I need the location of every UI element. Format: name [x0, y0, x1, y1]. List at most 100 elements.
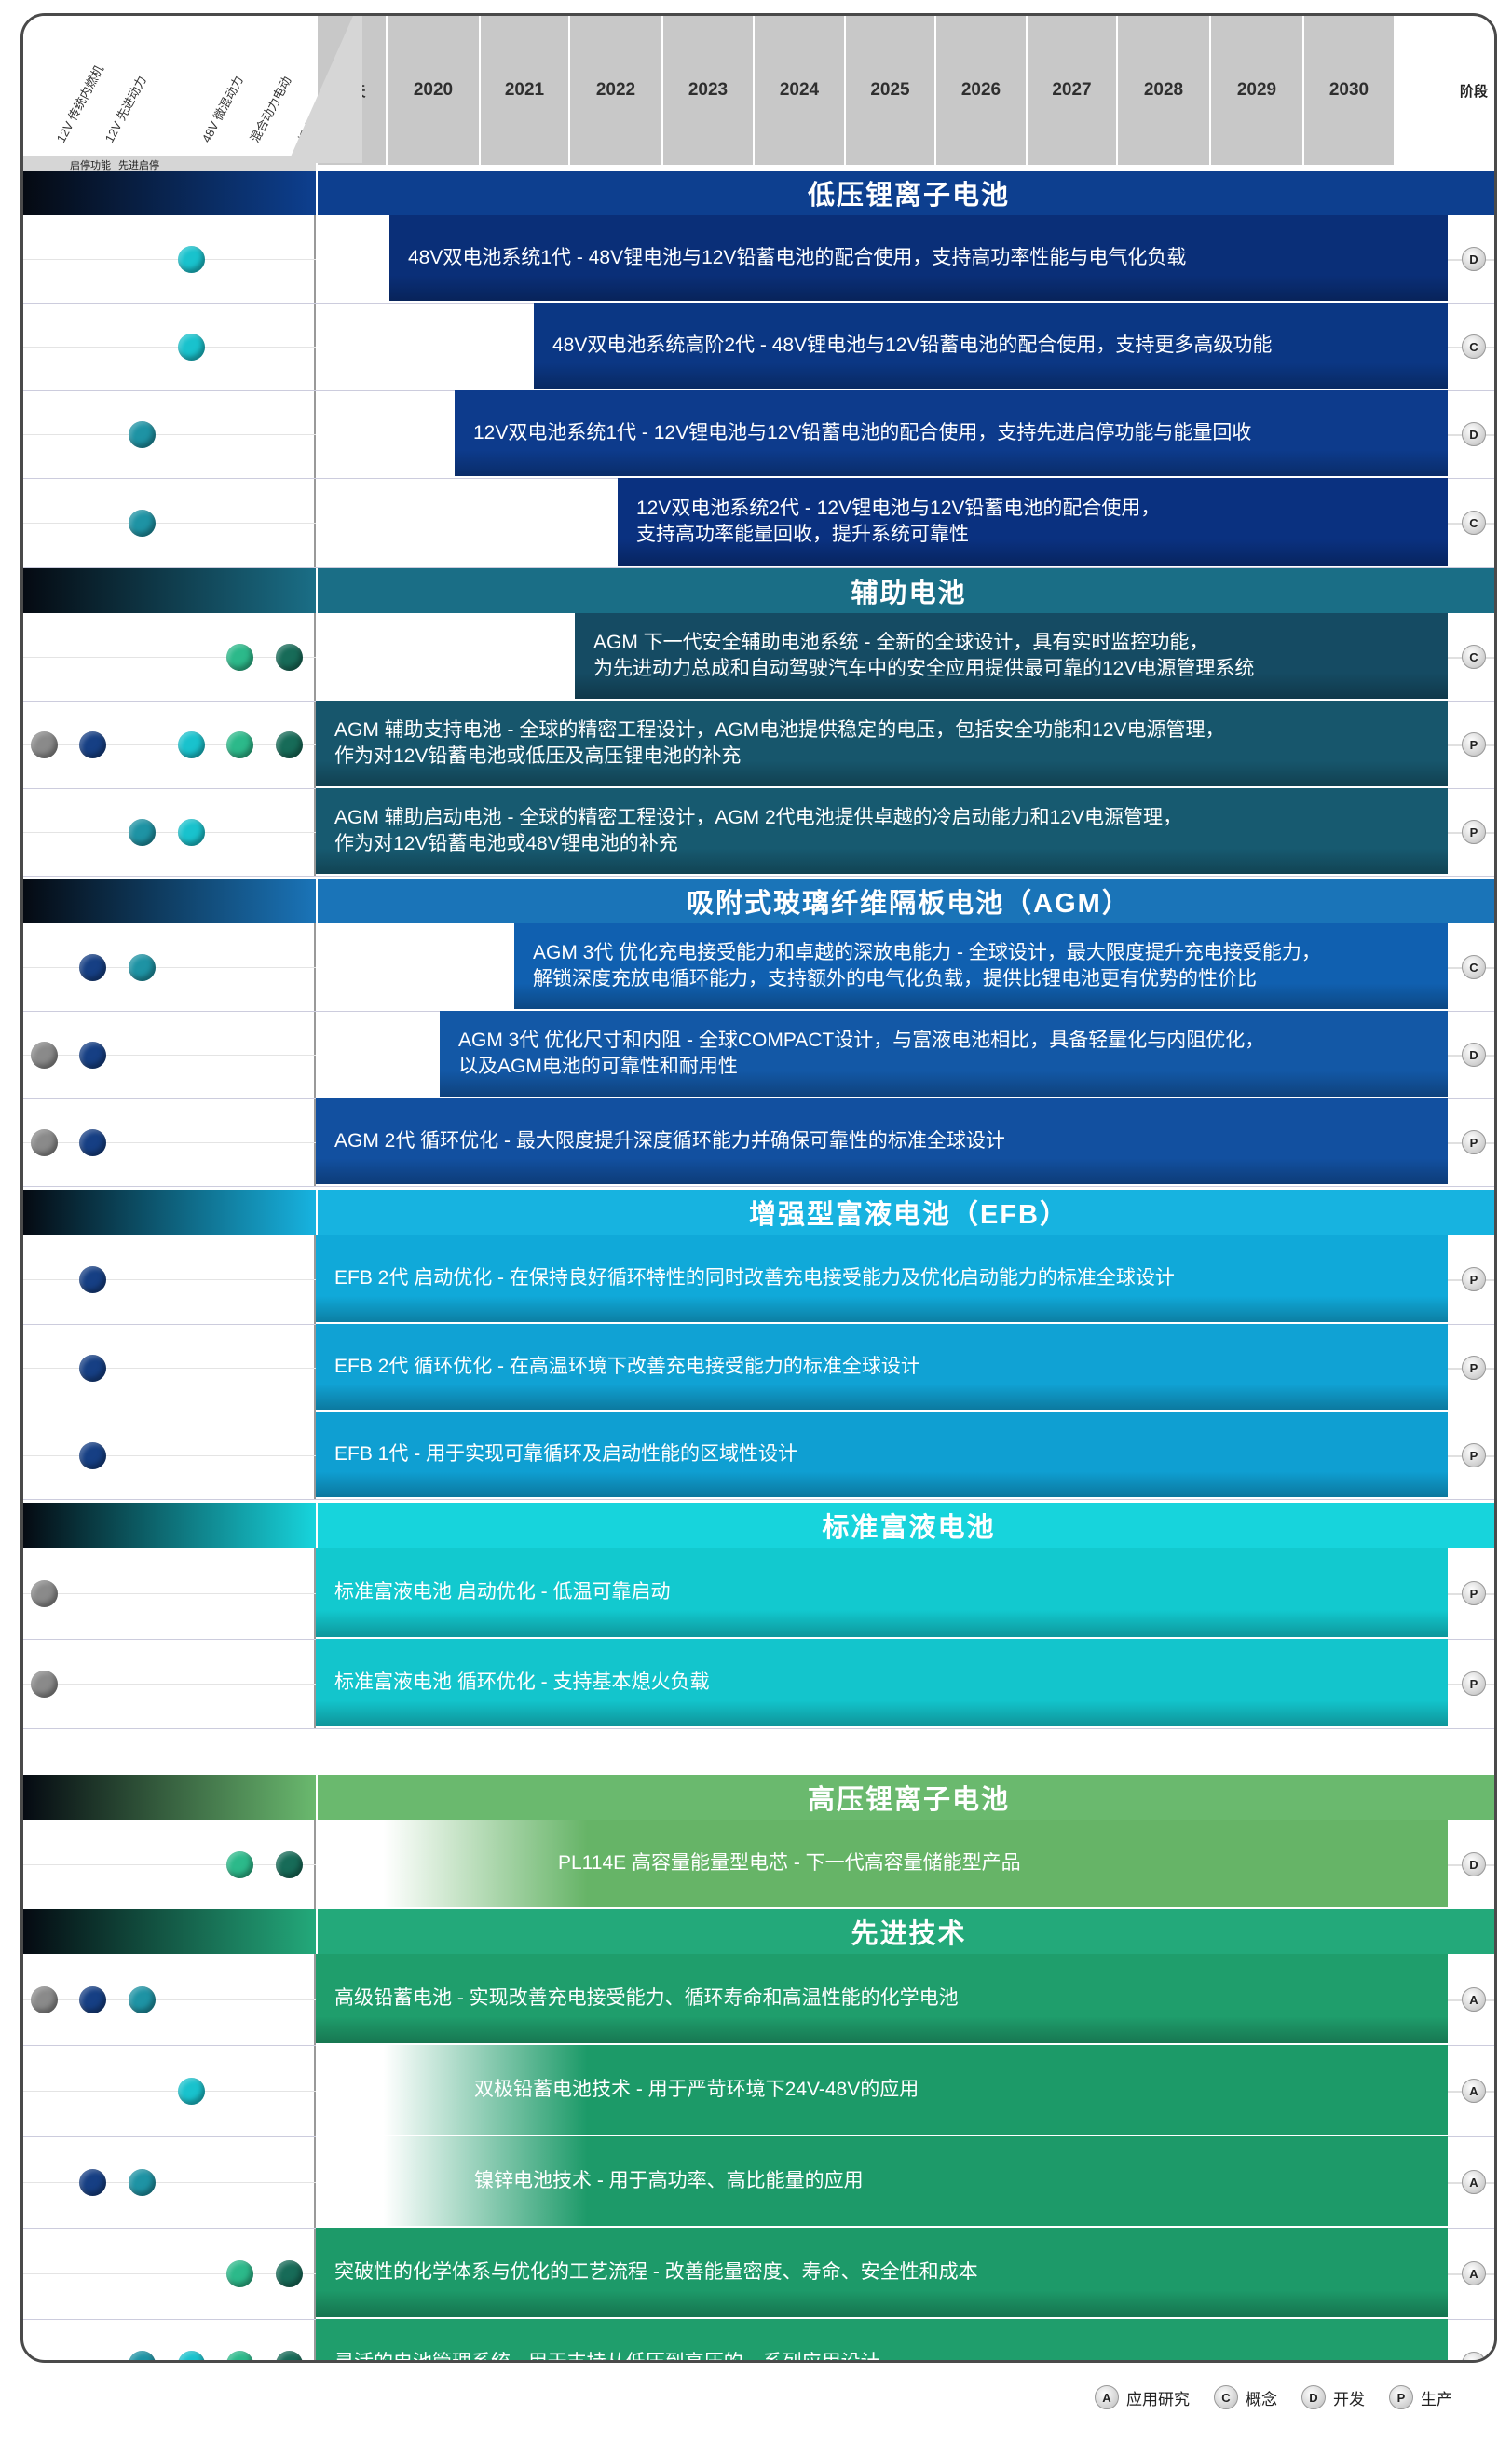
legend-label: 应用研究 [1126, 2390, 1190, 2408]
section-title: 先进技术 [316, 1909, 1494, 1954]
row-divider [23, 876, 1494, 877]
sub-label-bar [23, 156, 316, 171]
stage-p-icon: P [1462, 1130, 1486, 1154]
section-header: 增强型富液电池（EFB） [23, 1190, 1494, 1235]
application-header: 12V 传统内燃机 12V 先进动力 48V 微混动力 混合动力电动 插电式纯电… [23, 16, 343, 163]
stage-d-icon: D [1301, 2385, 1326, 2409]
roadmap-bar: EFB 1代 - 用于实现可靠循环及启动性能的区域性设计 [316, 1412, 1448, 1499]
bar-label: AGM 2代 循环优化 - 最大限度提升深度循环能力并确保可靠性的标准全球设计 [334, 1130, 1005, 1152]
bar-text: AGM 3代 优化尺寸和内阻 - 全球COMPACT设计，与富液电池相比，具备轻… [458, 1028, 1264, 1080]
bar-label: 突破性的化学体系与优化的工艺流程 - 改善能量密度、寿命、安全性和成本 [334, 2261, 978, 2283]
roadmap-bar: 镍锌电池技术 - 用于高功率、高比能量的应用 [316, 2136, 1448, 2228]
bar-label: 镍锌电池技术 - 用于高功率、高比能量的应用 [474, 2170, 864, 2191]
application-dot-mint [226, 644, 253, 671]
row-guide [23, 967, 316, 968]
stage-a-icon: A [1095, 2385, 1119, 2409]
application-dot-navy [79, 1986, 106, 2013]
stage-p-icon: P [1462, 1443, 1486, 1467]
roadmap-bar: 12V双电池系统2代 - 12V锂电池与12V铅蓄电池的配合使用， 支持高功率能量… [618, 478, 1448, 567]
bar-text: 12V双电池系统2代 - 12V锂电池与12V铅蓄电池的配合使用， 支持高功率能量… [636, 496, 1160, 548]
application-dot-teal [129, 2169, 156, 2196]
section-header-gradient [23, 1190, 316, 1235]
bar-label: 高级铅蓄电池 - 实现改善充电接受能力、循环寿命和高温性能的化学电池 [334, 1987, 959, 2009]
bar-label: EFB 2代 循环优化 - 在高温环境下改善充电接受能力的标准全球设计 [334, 1356, 920, 1377]
section-title: 高压锂离子电池 [316, 1775, 1494, 1820]
bar-text: AGM 下一代安全辅助电池系统 - 全新的全球设计，具有实时监控功能， 为先进动力… [593, 630, 1254, 682]
stage-c-icon: C [1462, 511, 1486, 535]
row-guide [23, 832, 316, 833]
roadmap-bar: AGM 下一代安全辅助电池系统 - 全新的全球设计，具有实时监控功能， 为先进动力… [575, 613, 1448, 701]
row-guide [23, 2091, 316, 2092]
application-dot-mint [226, 1851, 253, 1878]
bar-label: AGM 下一代安全辅助电池系统 - 全新的全球设计，具有实时监控功能， [593, 632, 1209, 653]
bar-label: AGM 辅助启动电池 - 全球的精密工程设计，AGM 2代电池提供卓越的冷启动能… [334, 807, 1183, 828]
row-guide [23, 1864, 316, 1865]
application-dot-cyan [178, 334, 205, 361]
stage-a-icon: A [1462, 2170, 1486, 2194]
section-title: 吸附式玻璃纤维隔板电池（AGM） [316, 879, 1494, 923]
bar-text: 灵活的电池管理系统 - 用于支持从低压到高压的一系列应用设计 [334, 2350, 880, 2363]
application-dot-teal [129, 1986, 156, 2013]
application-dot-dgreen [276, 644, 303, 671]
bar-text: AGM 辅助启动电池 - 全球的精密工程设计，AGM 2代电池提供卓越的冷启动能… [334, 805, 1182, 857]
row-divider [23, 1186, 1494, 1187]
bar-label-2: 解锁深度充放电循环能力，支持额外的电气化负载，提供比锂电池更有优势的性价比 [533, 968, 1257, 989]
section-title: 标准富液电池 [316, 1503, 1494, 1548]
stage-d-icon: D [1462, 1852, 1486, 1876]
bar-text: PL114E 高容量能量型电芯 - 下一代高容量储能型产品 [558, 1850, 1021, 1876]
application-dot-navy [79, 2169, 106, 2196]
stage-a-icon: A [1462, 2352, 1486, 2360]
bar-label: 双极铅蓄电池技术 - 用于严苛环境下24V-48V的应用 [474, 2079, 919, 2100]
year-label: 2025 [844, 16, 934, 165]
application-dot-cyan [178, 819, 205, 846]
year-label: 2026 [934, 16, 1026, 165]
row-guide [23, 657, 316, 658]
section-title: 低压锂离子电池 [316, 171, 1494, 215]
row-guide [23, 347, 316, 348]
stage-d-icon: D [1462, 247, 1486, 271]
stage-p-icon: P [1462, 820, 1486, 844]
application-dot-grey [31, 1042, 58, 1069]
bar-label: 灵活的电池管理系统 - 用于支持从低压到高压的一系列应用设计 [334, 2352, 880, 2363]
bar-label: 12V双电池系统1代 - 12V锂电池与12V铅蓄电池的配合使用，支持先进启停功… [473, 422, 1252, 443]
app-label: 12V 先进动力 [102, 73, 149, 145]
stage-c-icon: C [1462, 955, 1486, 979]
row-guide [23, 1999, 316, 2000]
legend-label: 生产 [1421, 2390, 1452, 2408]
bar-text: AGM 辅助支持电池 - 全球的精密工程设计，AGM电池提供稳定的电压，包括安全… [334, 717, 1225, 770]
section-title: 增强型富液电池（EFB） [316, 1190, 1494, 1235]
row-guide [23, 1055, 316, 1056]
legend-item: A 应用研究 [1095, 2385, 1190, 2409]
bar-label: AGM 辅助支持电池 - 全球的精密工程设计，AGM电池提供稳定的电压，包括安全… [334, 719, 1225, 741]
bar-label-2: 作为对12V铅蓄电池或低压及高压锂电池的补充 [334, 745, 742, 767]
stage-legend: A 应用研究 C 概念 D 开发 P 生产 [1095, 2385, 1452, 2409]
roadmap-bar: 标准富液电池 启动优化 - 低温可靠启动 [316, 1548, 1448, 1639]
roadmap-bar: 突破性的化学体系与优化的工艺流程 - 改善能量密度、寿命、安全性和成本 [316, 2228, 1448, 2319]
roadmap-bar: AGM 辅助启动电池 - 全球的精密工程设计，AGM 2代电池提供卓越的冷启动能… [316, 788, 1448, 876]
bar-label: 标准富液电池 循环优化 - 支持基本熄火负载 [334, 1671, 710, 1693]
row-guide [23, 1368, 316, 1369]
roadmap-frame: 12V 传统内燃机 12V 先进动力 48V 微混动力 混合动力电动 插电式纯电… [20, 13, 1497, 2363]
bar-text: AGM 2代 循环优化 - 最大限度提升深度循环能力并确保可靠性的标准全球设计 [334, 1128, 1005, 1154]
year-label: 2028 [1116, 16, 1209, 165]
application-dot-mint [226, 731, 253, 758]
bar-text: AGM 3代 优化充电接受能力和卓越的深放电能力 - 全球设计，最大限度提升充电… [533, 940, 1321, 992]
year-label: 2023 [661, 16, 753, 165]
application-dot-teal [129, 2351, 156, 2360]
stage-c-icon: C [1462, 645, 1486, 669]
bar-label: 12V双电池系统2代 - 12V锂电池与12V铅蓄电池的配合使用， [636, 498, 1161, 519]
stage-p-icon: P [1462, 1581, 1486, 1605]
bar-label: EFB 2代 启动优化 - 在保持良好循环特性的同时改善充电接受能力及优化启动能… [334, 1267, 1175, 1289]
bar-label-2: 为先进动力总成和自动驾驶汽车中的安全应用提供最可靠的12V电源管理系统 [593, 658, 1255, 679]
app-label: 混合动力电动 [247, 74, 294, 145]
bar-label: 48V双电池系统1代 - 48V锂电池与12V铅蓄电池的配合使用，支持高功率性能… [408, 247, 1187, 268]
roadmap-bar: AGM 2代 循环优化 - 最大限度提升深度循环能力并确保可靠性的标准全球设计 [316, 1098, 1448, 1186]
roadmap-bar: AGM 3代 优化充电接受能力和卓越的深放电能力 - 全球设计，最大限度提升充电… [514, 923, 1448, 1011]
row-guide [23, 1142, 316, 1143]
year-label: 2030 [1302, 16, 1394, 165]
stage-header: 阶段 [1459, 83, 1488, 100]
application-dot-navy [79, 1355, 106, 1382]
section-header-gradient [23, 1775, 316, 1820]
section-header: 先进技术 [23, 1909, 1494, 1954]
application-dot-navy [79, 1042, 106, 1069]
